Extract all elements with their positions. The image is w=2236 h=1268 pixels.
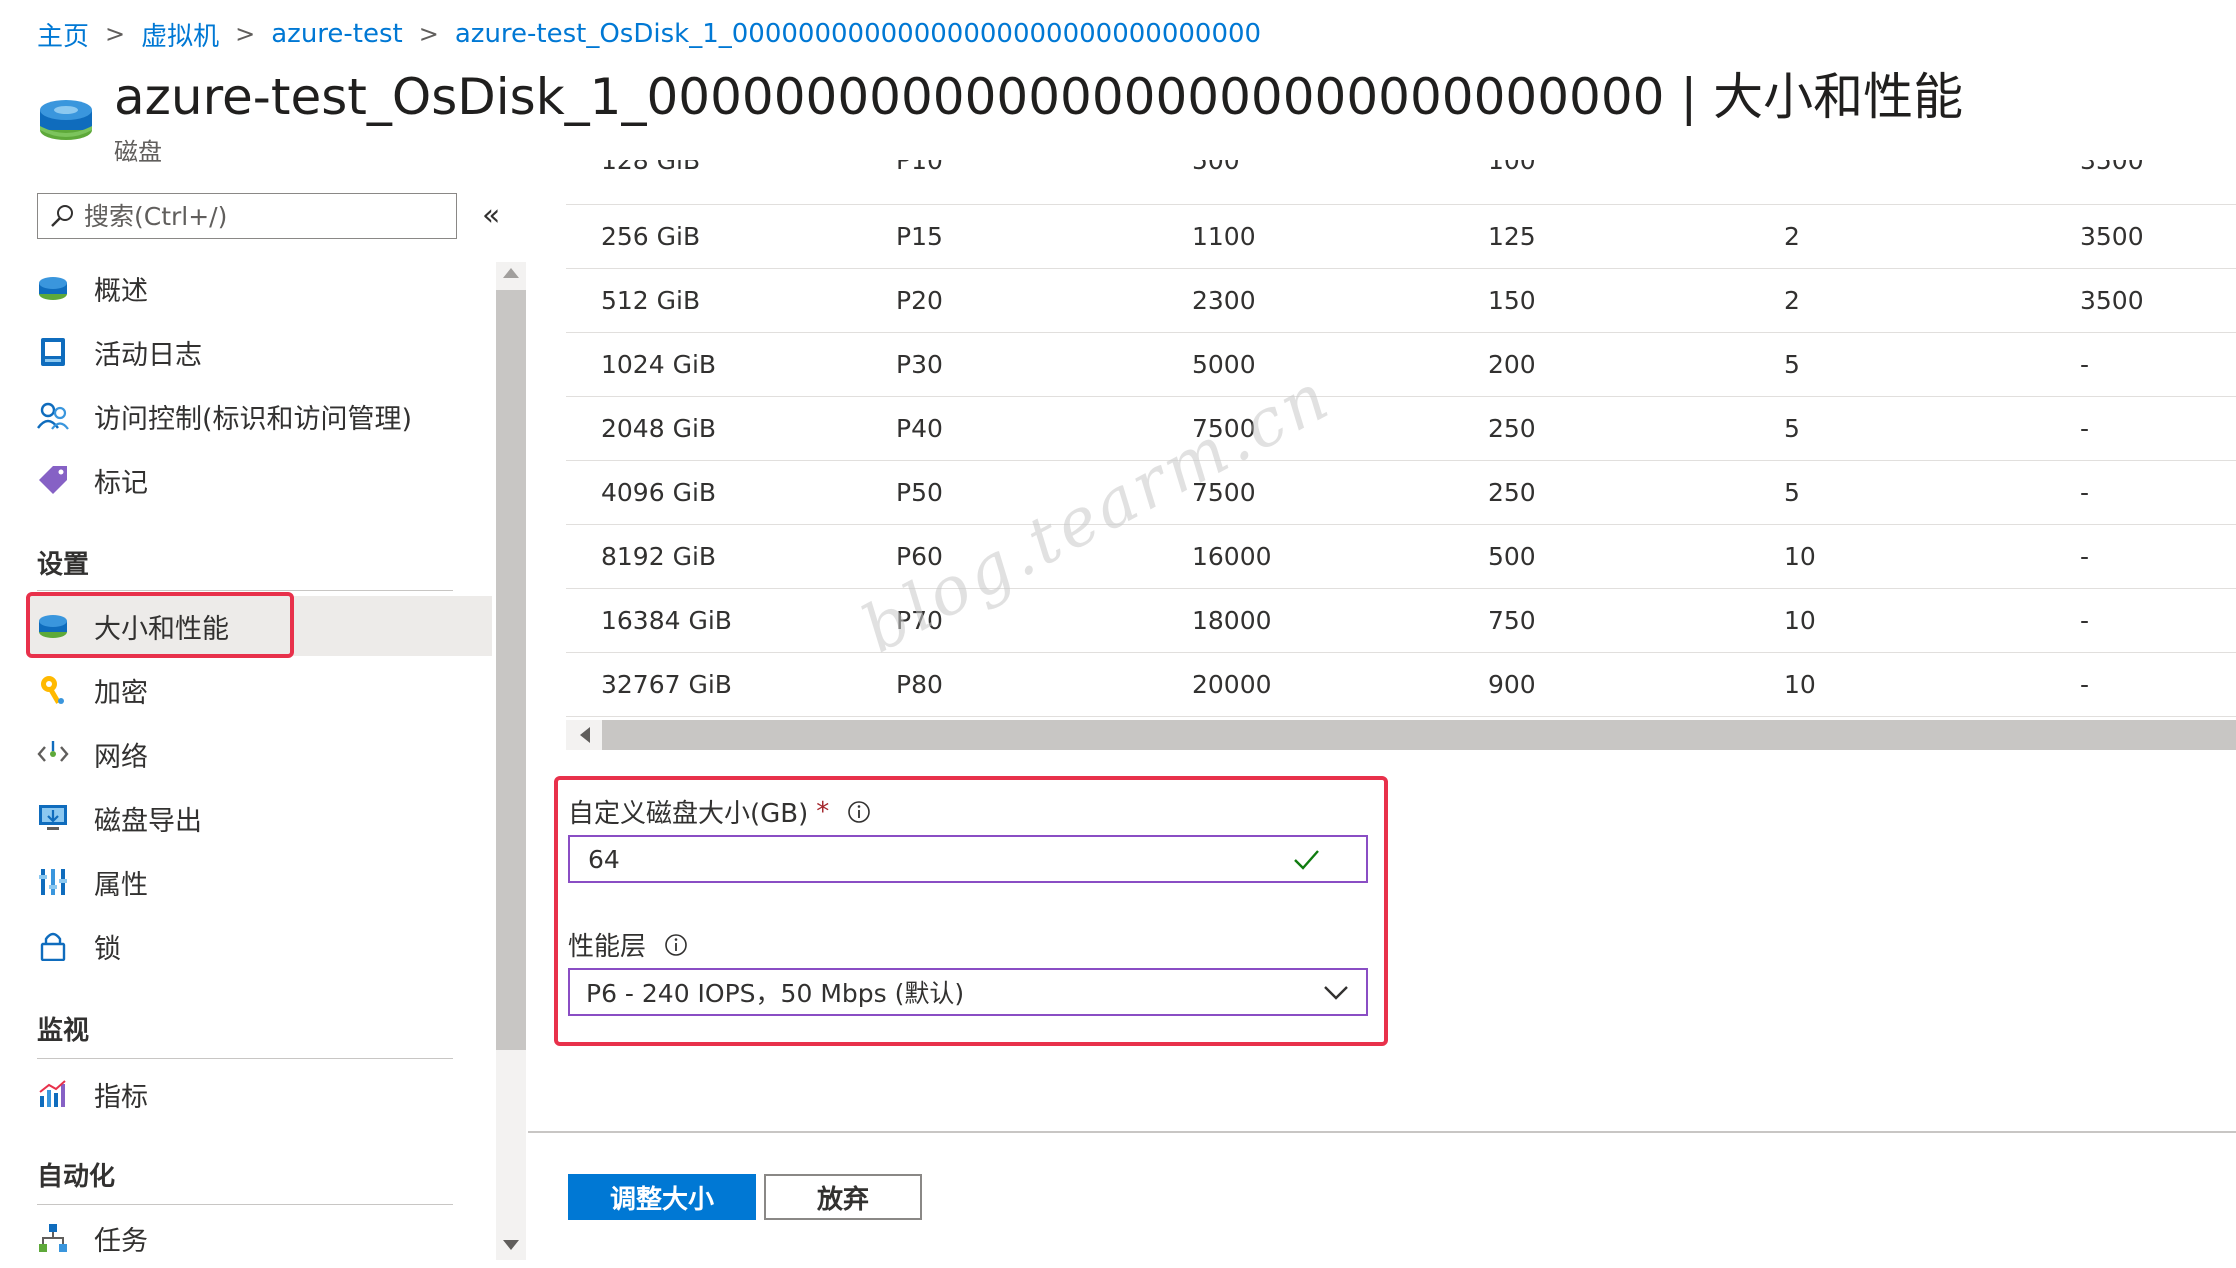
nav-label: 属性 xyxy=(94,869,148,901)
tag-icon xyxy=(36,463,70,497)
nav-item-overview[interactable]: 概述 xyxy=(28,258,492,318)
checkmark-icon xyxy=(1294,850,1319,870)
nav-item-disk-export[interactable]: 磁盘导出 xyxy=(28,788,492,848)
nav-item-properties[interactable]: 属性 xyxy=(28,852,492,912)
divider xyxy=(37,1204,453,1205)
search-icon xyxy=(51,205,73,227)
nav-label: 磁盘导出 xyxy=(94,805,202,837)
nav-item-tasks[interactable]: 任务 xyxy=(28,1208,492,1268)
divider xyxy=(528,1131,2236,1133)
log-icon xyxy=(36,335,70,369)
nav-item-tags[interactable]: 标记 xyxy=(28,450,492,510)
scroll-up-icon[interactable] xyxy=(503,268,519,278)
chevron-right-icon: > xyxy=(418,20,439,48)
metrics-icon xyxy=(36,1077,70,1111)
nav-label: 访问控制(标识和访问管理) xyxy=(94,403,413,435)
nav-item-metrics[interactable]: 指标 xyxy=(28,1064,492,1124)
breadcrumb-vms[interactable]: 虚拟机 xyxy=(141,16,219,53)
page-subtitle: 磁盘 xyxy=(114,138,162,166)
section-automation: 自动化 xyxy=(37,1162,116,1192)
info-icon[interactable] xyxy=(664,933,688,957)
scroll-down-icon[interactable] xyxy=(503,1240,519,1250)
nav-label: 加密 xyxy=(94,677,148,709)
nav-item-encryption[interactable]: 加密 xyxy=(28,660,492,720)
required-mark: * xyxy=(816,796,830,827)
divider xyxy=(37,590,453,591)
lock-icon xyxy=(36,929,70,963)
nav-item-access-control[interactable]: 访问控制(标识和访问管理) xyxy=(28,386,492,446)
people-icon xyxy=(36,399,70,433)
breadcrumb: 主页 > 虚拟机 > azure-test > azure-test_OsDis… xyxy=(37,14,1261,54)
table-row[interactable]: 1024 GiB P30 5000 200 5 - xyxy=(566,332,2236,397)
export-icon xyxy=(36,801,70,835)
table-row[interactable]: 256 GiB P15 1100 125 2 3500 xyxy=(566,204,2236,269)
resize-button[interactable]: 调整大小 xyxy=(568,1174,756,1220)
breadcrumb-disk[interactable]: azure-test_OsDisk_1_00000000000000000000… xyxy=(455,19,1261,49)
search-input[interactable] xyxy=(82,200,446,232)
disk-size-input[interactable] xyxy=(586,843,1290,875)
nav-scrollbar-thumb[interactable] xyxy=(496,290,526,1050)
disk-icon xyxy=(36,271,70,305)
nav-label: 任务 xyxy=(94,1225,148,1257)
disk-size-field[interactable] xyxy=(568,835,1368,883)
breadcrumb-home[interactable]: 主页 xyxy=(37,16,89,53)
nav-label: 锁 xyxy=(94,933,121,965)
chevron-down-icon xyxy=(1324,986,1348,1000)
performance-tier-value: P6 - 240 IOPS，50 Mbps (默认) xyxy=(586,979,965,1008)
divider xyxy=(37,1058,453,1059)
performance-tier-label: 性能层 xyxy=(568,926,688,963)
performance-tier-dropdown[interactable]: P6 - 240 IOPS，50 Mbps (默认) xyxy=(568,968,1368,1016)
properties-icon xyxy=(36,865,70,899)
nav-item-locks[interactable]: 锁 xyxy=(28,916,492,976)
table-row[interactable]: 2048 GiB P40 7500 250 5 - xyxy=(566,396,2236,461)
collapse-nav-button[interactable]: « xyxy=(482,196,500,236)
discard-button[interactable]: 放弃 xyxy=(764,1174,922,1220)
table-row[interactable]: 8192 GiB P60 16000 500 10 - xyxy=(566,524,2236,589)
scroll-left-icon[interactable] xyxy=(580,727,590,743)
table-scrollbar-thumb[interactable] xyxy=(602,720,2236,750)
nav-label: 活动日志 xyxy=(94,339,202,371)
table-row[interactable]: 512 GiB P20 2300 150 2 3500 xyxy=(566,268,2236,333)
nav-label: 网络 xyxy=(94,741,148,773)
nav-label: 标记 xyxy=(94,467,148,499)
table-row[interactable]: 32767 GiB P80 20000 900 10 - xyxy=(566,652,2236,717)
tasks-icon xyxy=(36,1221,70,1255)
nav-item-networking[interactable]: 网络 xyxy=(28,724,492,784)
table-row[interactable]: 4096 GiB P50 7500 250 5 - xyxy=(566,460,2236,525)
nav-label: 概述 xyxy=(94,275,148,307)
table-row[interactable]: 16384 GiB P70 18000 750 10 - xyxy=(566,588,2236,653)
chevron-right-icon: > xyxy=(235,20,256,48)
network-icon xyxy=(36,737,70,771)
highlight-box xyxy=(26,592,294,658)
info-icon[interactable] xyxy=(847,800,871,824)
key-icon xyxy=(36,673,70,707)
table-row[interactable]: 128 GiB P10 500 100 3500 xyxy=(566,160,2236,205)
nav-item-activity-log[interactable]: 活动日志 xyxy=(28,322,492,382)
disk-size-label: 自定义磁盘大小(GB) * xyxy=(568,793,871,830)
chevron-right-icon: > xyxy=(105,20,126,48)
section-monitoring: 监视 xyxy=(37,1016,90,1046)
disk-icon xyxy=(40,100,92,140)
breadcrumb-vm[interactable]: azure-test xyxy=(271,19,403,49)
nav-label: 指标 xyxy=(94,1081,148,1113)
search-box[interactable] xyxy=(37,193,457,239)
section-settings: 设置 xyxy=(37,550,90,580)
page-title: azure-test_OsDisk_1_00000000000000000000… xyxy=(114,68,1964,126)
